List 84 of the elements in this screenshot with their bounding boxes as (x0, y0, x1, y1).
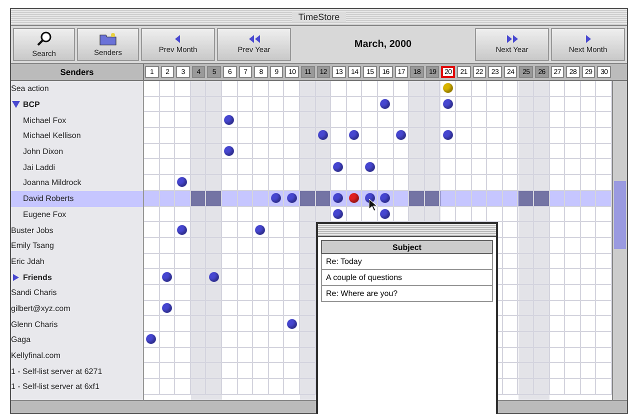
double-right-arrow-icon (506, 35, 518, 43)
message-dot[interactable] (380, 99, 390, 110)
vertical-scrollbar[interactable] (612, 81, 627, 400)
sender-label: Michael Kellison (23, 131, 81, 140)
sender-label: Michael Fox (23, 116, 66, 125)
message-dot[interactable] (333, 193, 344, 204)
group-label: Friends (23, 272, 52, 282)
sender-row[interactable]: Eric Jdah (11, 254, 143, 270)
message-dot[interactable] (286, 193, 297, 204)
message-dot[interactable] (364, 193, 375, 204)
sender-label: 1 - Self-list server at 6271 (11, 366, 102, 376)
sender-row[interactable]: Buster Jobs (11, 222, 143, 238)
sender-label: Sandi Charis (11, 288, 57, 298)
sender-row[interactable]: Glenn Charis (11, 316, 143, 332)
sender-label: John Dixon (23, 147, 64, 156)
message-dot[interactable] (333, 208, 344, 219)
message-dot[interactable] (162, 302, 172, 313)
message-dot[interactable] (177, 224, 188, 235)
message-dot[interactable] (349, 130, 360, 140)
subject-row[interactable]: A couple of questions (321, 270, 493, 286)
sender-row[interactable]: Emily Tsang (11, 238, 143, 254)
sender-label: Buster Jobs (11, 226, 54, 235)
sender-label: Emily Tsang (11, 241, 54, 250)
message-dot[interactable] (364, 162, 375, 172)
message-dot[interactable] (349, 193, 360, 204)
message-dot[interactable] (318, 130, 328, 140)
sender-row[interactable]: Eugene Fox (11, 206, 143, 222)
message-dot[interactable] (224, 146, 234, 156)
subject-row[interactable]: Re: Today (321, 254, 493, 270)
sender-row[interactable]: Michael Fox (11, 112, 143, 128)
left-arrow-icon (175, 35, 181, 43)
sender-label: Glenn Charis (11, 320, 58, 329)
sender-row[interactable]: Kellyfinal.com (11, 348, 143, 364)
message-dot[interactable] (442, 130, 453, 140)
sender-label: Kellyfinal.com (11, 351, 60, 360)
sender-row[interactable]: Jai Laddi (11, 159, 143, 176)
message-dot[interactable] (442, 99, 453, 110)
message-dot[interactable] (162, 272, 172, 282)
sender-label: Gaga (11, 335, 31, 344)
double-left-arrow-icon (248, 35, 260, 43)
expanded-triangle-icon[interactable] (12, 101, 20, 108)
message-dot[interactable] (333, 162, 344, 172)
message-dot[interactable] (380, 193, 390, 204)
message-dot[interactable] (146, 334, 156, 344)
group-row[interactable]: BCP (11, 96, 143, 112)
message-dot[interactable] (208, 272, 219, 282)
sender-row[interactable]: 1 - Self-list server at 6271 (11, 363, 143, 380)
sender-row[interactable]: Sea action (11, 81, 143, 97)
right-arrow-icon (585, 35, 591, 43)
month-title: March, 2000 (354, 39, 412, 50)
collapsed-triangle-icon[interactable] (12, 274, 20, 281)
sender-label: Eugene Fox (23, 210, 66, 219)
sender-row[interactable]: gilbert@xyz.com (11, 300, 143, 316)
message-dot[interactable] (255, 224, 266, 235)
sender-row[interactable]: Sandi Charis (11, 284, 143, 301)
group-row[interactable]: Friends (11, 269, 143, 285)
message-dot[interactable] (224, 114, 234, 125)
column-header: Subject (321, 240, 493, 254)
group-label: BCP (23, 100, 40, 110)
sender-row[interactable]: David Roberts (11, 190, 143, 206)
pointer-icon (369, 199, 378, 211)
window-title: TimeStore (292, 12, 346, 22)
sender-label: David Roberts (23, 194, 74, 204)
sender-row[interactable]: 1 - Self-list server at 6xf1 (11, 379, 143, 395)
sender-label: gilbert@xyz.com (11, 304, 70, 313)
sender-label: Joanna Mildrock (23, 178, 82, 188)
message-dot[interactable] (177, 177, 188, 188)
sender-label: 1 - Self-list server at 6xf1 (11, 382, 100, 392)
column-header: Senders (11, 64, 144, 80)
subject-row[interactable]: Re: Where are you? (321, 286, 493, 302)
message-dot[interactable] (442, 83, 453, 94)
sender-label: Eric Jdah (11, 256, 44, 266)
message-dot[interactable] (396, 130, 406, 140)
sender-label: Sea action (11, 84, 49, 94)
sender-row[interactable]: Joanna Mildrock (11, 175, 143, 191)
search-icon (36, 31, 52, 47)
sender-row[interactable]: Gaga (11, 332, 143, 348)
sender-label: Jai Laddi (23, 162, 56, 172)
message-dot[interactable] (380, 208, 390, 219)
folder-icon (99, 32, 117, 46)
message-dot[interactable] (271, 193, 282, 204)
sender-row[interactable]: Michael Kellison (11, 128, 143, 144)
sender-row[interactable]: John Dixon (11, 144, 143, 160)
message-dot[interactable] (286, 318, 297, 329)
